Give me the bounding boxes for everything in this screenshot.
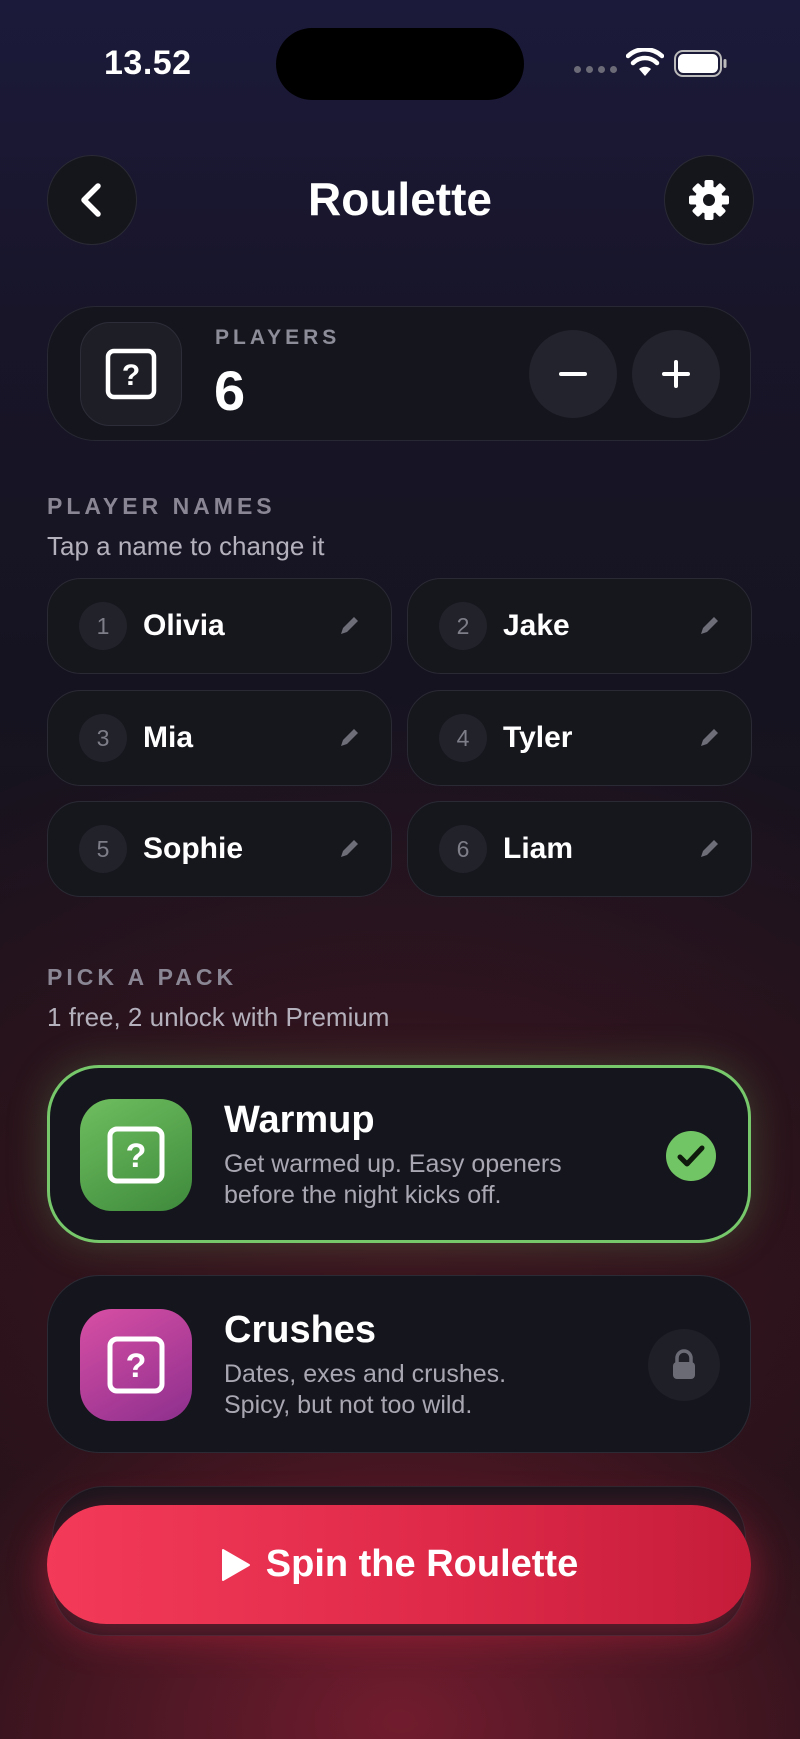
- svg-text:?: ?: [122, 359, 140, 392]
- pencil-icon: [341, 840, 358, 857]
- pencil-icon: [701, 617, 718, 634]
- pack-description-line: Dates, exes and crushes.: [224, 1360, 507, 1388]
- status-time: 13.52: [104, 44, 192, 82]
- battery-icon: [674, 50, 727, 77]
- question-mark-icon: ?: [107, 1336, 165, 1394]
- spin-roulette-button[interactable]: Spin the Roulette: [47, 1505, 751, 1624]
- selected-badge: [666, 1131, 716, 1181]
- player-name-card-5[interactable]: 5 Sophie: [47, 801, 392, 897]
- player-number: 1: [79, 602, 127, 650]
- lock-icon: [673, 1349, 695, 1379]
- gear-icon: [689, 180, 729, 220]
- pack-description: Get warmed up. Easy openers before the n…: [224, 1149, 604, 1211]
- pack-title: Warmup: [224, 1099, 375, 1141]
- player-name-card-4[interactable]: 4 Tyler: [407, 690, 752, 786]
- players-icon-tile: ?: [80, 322, 182, 426]
- player-name: Liam: [503, 832, 574, 865]
- player-name: Sophie: [143, 832, 244, 865]
- question-mark-icon: ?: [105, 348, 157, 400]
- dynamic-island: [276, 28, 524, 100]
- plus-icon: [662, 360, 690, 388]
- player-name-card-6[interactable]: 6 Liam: [407, 801, 752, 897]
- signal-icon: [574, 66, 617, 73]
- player-name-card-3[interactable]: 3 Mia: [47, 690, 392, 786]
- player-name-card-2[interactable]: 2 Jake: [407, 578, 752, 674]
- player-names-subtitle: Tap a name to change it: [47, 531, 325, 561]
- pack-description: Dates, exes and crushes. Spicy, but not …: [224, 1359, 604, 1421]
- svg-text:?: ?: [126, 1347, 147, 1385]
- player-number: 5: [79, 825, 127, 873]
- pack-description-line: Spicy, but not too wild.: [224, 1391, 473, 1419]
- player-name-card-1[interactable]: 1 Olivia: [47, 578, 392, 674]
- crushes-pack-icon: ?: [80, 1309, 192, 1421]
- wifi-icon: [626, 48, 664, 76]
- increase-players-button[interactable]: [632, 330, 720, 418]
- question-mark-icon: ?: [107, 1126, 165, 1184]
- player-names-heading: PLAYER NAMES: [47, 493, 276, 519]
- players-count: 6: [214, 359, 246, 422]
- spin-button-label: Spin the Roulette: [265, 1543, 579, 1585]
- player-number: 6: [439, 825, 487, 873]
- player-number: 3: [79, 714, 127, 762]
- pack-description-line: Get warmed up. Easy openers: [224, 1150, 562, 1178]
- player-name: Jake: [503, 609, 570, 642]
- pack-title: Crushes: [224, 1309, 377, 1351]
- minus-icon: [559, 372, 587, 376]
- pencil-icon: [341, 729, 358, 746]
- player-name: Olivia: [143, 609, 225, 642]
- locked-badge: [648, 1329, 720, 1401]
- decrease-players-button[interactable]: [529, 330, 617, 418]
- pencil-icon: [341, 617, 358, 634]
- players-label: PLAYERS: [215, 326, 341, 349]
- play-icon: [221, 1548, 250, 1581]
- player-name: Tyler: [503, 721, 573, 754]
- settings-button[interactable]: [664, 155, 754, 245]
- checkmark-icon: [677, 1145, 705, 1167]
- player-name: Mia: [143, 721, 194, 754]
- pencil-icon: [701, 840, 718, 857]
- warmup-pack-icon: ?: [80, 1099, 192, 1211]
- player-number: 2: [439, 602, 487, 650]
- svg-text:?: ?: [126, 1137, 147, 1175]
- pick-pack-heading: PICK A PACK: [47, 964, 238, 990]
- player-number: 4: [439, 714, 487, 762]
- pencil-icon: [701, 729, 718, 746]
- pick-pack-subtitle: 1 free, 2 unlock with Premium: [47, 1002, 390, 1032]
- pack-description-line: before the night kicks off.: [224, 1181, 502, 1209]
